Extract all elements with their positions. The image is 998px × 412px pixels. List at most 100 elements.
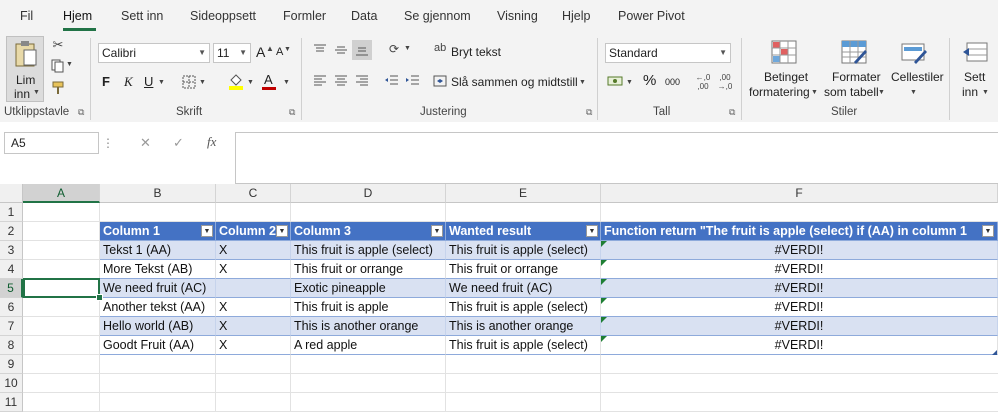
table-cell[interactable]: #VERDI! [601, 241, 998, 260]
table-cell[interactable]: This fruit or orrange [291, 260, 446, 279]
table-cell[interactable]: #VERDI! [601, 260, 998, 279]
tab-formulas[interactable]: Formler [283, 9, 326, 23]
font-size-combo[interactable]: 11 ▼ [213, 43, 251, 63]
comma-style-button[interactable]: 000 [665, 77, 680, 87]
conditional-formatting-label-2[interactable]: formatering [749, 85, 810, 99]
table-cell[interactable]: A red apple [291, 336, 446, 355]
cut-icon[interactable]: ✂ [51, 37, 65, 52]
wrap-text-button[interactable]: Bryt tekst [451, 45, 501, 59]
row-header-7[interactable]: 7 [0, 317, 23, 336]
insert-label-1[interactable]: Sett [964, 70, 985, 84]
borders-icon[interactable] [181, 74, 197, 90]
tab-review[interactable]: Se gjennom [404, 9, 471, 23]
row-header-9[interactable]: 9 [0, 355, 23, 374]
number-launcher-icon[interactable]: ⧉ [729, 107, 735, 118]
currency-icon[interactable] [606, 74, 624, 88]
grow-font-button[interactable]: A [256, 44, 265, 60]
paste-button[interactable]: Lim inn ▼ [6, 36, 44, 102]
underline-button[interactable]: U [144, 74, 153, 89]
table-cell[interactable]: #VERDI! [601, 279, 998, 298]
font-color-dropdown-icon[interactable]: ▼ [283, 79, 290, 86]
decrease-decimal-icon[interactable]: ,00 →,0 [716, 72, 734, 92]
alignment-launcher-icon[interactable]: ⧉ [586, 107, 592, 118]
column-header-c[interactable]: C [216, 184, 291, 203]
row-header-1[interactable]: 1 [0, 203, 23, 222]
row-header-6[interactable]: 6 [0, 298, 23, 317]
fill-color-icon[interactable] [228, 72, 244, 90]
table-cell[interactable]: X [216, 317, 291, 336]
table-cell[interactable]: This fruit is apple (select) [291, 241, 446, 260]
format-as-table-label-2[interactable]: som tabell [824, 85, 879, 99]
table-header-cell[interactable]: Function return "The fruit is apple (sel… [601, 222, 998, 241]
font-name-combo[interactable]: Calibri ▼ [98, 43, 210, 63]
table-cell[interactable]: This fruit is apple [291, 298, 446, 317]
table-cell[interactable]: #VERDI! [601, 336, 998, 355]
number-format-combo[interactable]: Standard ▼ [605, 43, 731, 63]
increase-indent-icon[interactable] [405, 74, 421, 88]
fill-handle[interactable] [96, 294, 103, 301]
align-left-icon[interactable] [312, 74, 328, 88]
font-launcher-icon[interactable]: ⧉ [289, 107, 295, 118]
tab-data[interactable]: Data [351, 9, 377, 23]
table-cell[interactable]: X [216, 298, 291, 317]
table-cell[interactable]: We need fruit (AC) [446, 279, 601, 298]
column-header-d[interactable]: D [291, 184, 446, 203]
currency-dropdown-icon[interactable]: ▼ [626, 79, 633, 86]
filter-dropdown-icon[interactable]: ▼ [982, 225, 994, 237]
copy-icon[interactable] [50, 58, 66, 74]
vertical-dots-icon[interactable]: ⋮ [102, 136, 114, 150]
italic-button[interactable]: K [124, 74, 133, 90]
table-cell[interactable]: #VERDI! [601, 317, 998, 336]
row-header-11[interactable]: 11 [0, 393, 23, 412]
table-cell[interactable]: Hello world (AB) [100, 317, 216, 336]
active-cell-a5[interactable] [23, 278, 100, 298]
increase-decimal-icon[interactable]: ←,0,00 [694, 72, 712, 92]
underline-dropdown-icon[interactable]: ▼ [158, 79, 165, 86]
format-painter-icon[interactable] [50, 80, 66, 96]
percent-button[interactable]: % [643, 72, 656, 89]
table-cell[interactable]: Exotic pineapple [291, 279, 446, 298]
table-header-cell[interactable]: Wanted result ▼ [446, 222, 601, 241]
font-color-button[interactable]: A [264, 72, 273, 87]
fill-dropdown-icon[interactable]: ▼ [247, 79, 254, 86]
table-cell[interactable]: Tekst 1 (AA) [100, 241, 216, 260]
tab-file[interactable]: Fil [20, 9, 33, 23]
column-header-b[interactable]: B [100, 184, 216, 203]
row-header-4[interactable]: 4 [0, 260, 23, 279]
bold-button[interactable]: F [102, 74, 110, 89]
insert-function-icon[interactable]: fx [207, 134, 216, 150]
filter-dropdown-icon[interactable]: ▼ [201, 225, 213, 237]
table-resize-handle[interactable] [992, 350, 997, 355]
align-center-icon[interactable] [333, 74, 349, 88]
tab-home[interactable]: Hjem [63, 9, 92, 23]
row-header-5[interactable]: 5 [0, 279, 23, 298]
row-header-3[interactable]: 3 [0, 241, 23, 260]
table-cell[interactable]: This fruit is apple (select) [446, 336, 601, 355]
filter-dropdown-icon[interactable]: ▼ [586, 225, 598, 237]
table-cell[interactable]: We need fruit (AC) [100, 279, 216, 298]
table-cell[interactable]: Goodt Fruit (AA) [100, 336, 216, 355]
column-header-a[interactable]: A [23, 184, 100, 203]
copy-dropdown-icon[interactable]: ▼ [66, 61, 73, 68]
table-header-cell[interactable]: Column 2 ▼ [216, 222, 291, 241]
column-header-f[interactable]: F [601, 184, 998, 203]
tab-insert[interactable]: Sett inn [121, 9, 163, 23]
table-cell[interactable]: X [216, 260, 291, 279]
align-bottom-icon[interactable] [352, 40, 372, 60]
table-cell[interactable]: This fruit is apple (select) [446, 241, 601, 260]
align-middle-icon[interactable] [333, 43, 349, 57]
align-right-icon[interactable] [354, 74, 370, 88]
table-cell[interactable]: #VERDI! [601, 298, 998, 317]
table-cell[interactable]: X [216, 336, 291, 355]
tab-help[interactable]: Hjelp [562, 9, 591, 23]
table-cell[interactable] [216, 279, 291, 298]
select-all-corner[interactable] [0, 184, 23, 203]
name-box[interactable]: A5 [4, 132, 99, 154]
column-header-e[interactable]: E [446, 184, 601, 203]
tab-view[interactable]: Visning [497, 9, 538, 23]
decrease-indent-icon[interactable] [384, 74, 400, 88]
orientation-icon[interactable]: ⟳ [385, 40, 403, 58]
insert-label-2[interactable]: inn [962, 85, 978, 99]
table-cell[interactable]: Another tekst (AA) [100, 298, 216, 317]
table-cell[interactable]: This is another orange [291, 317, 446, 336]
